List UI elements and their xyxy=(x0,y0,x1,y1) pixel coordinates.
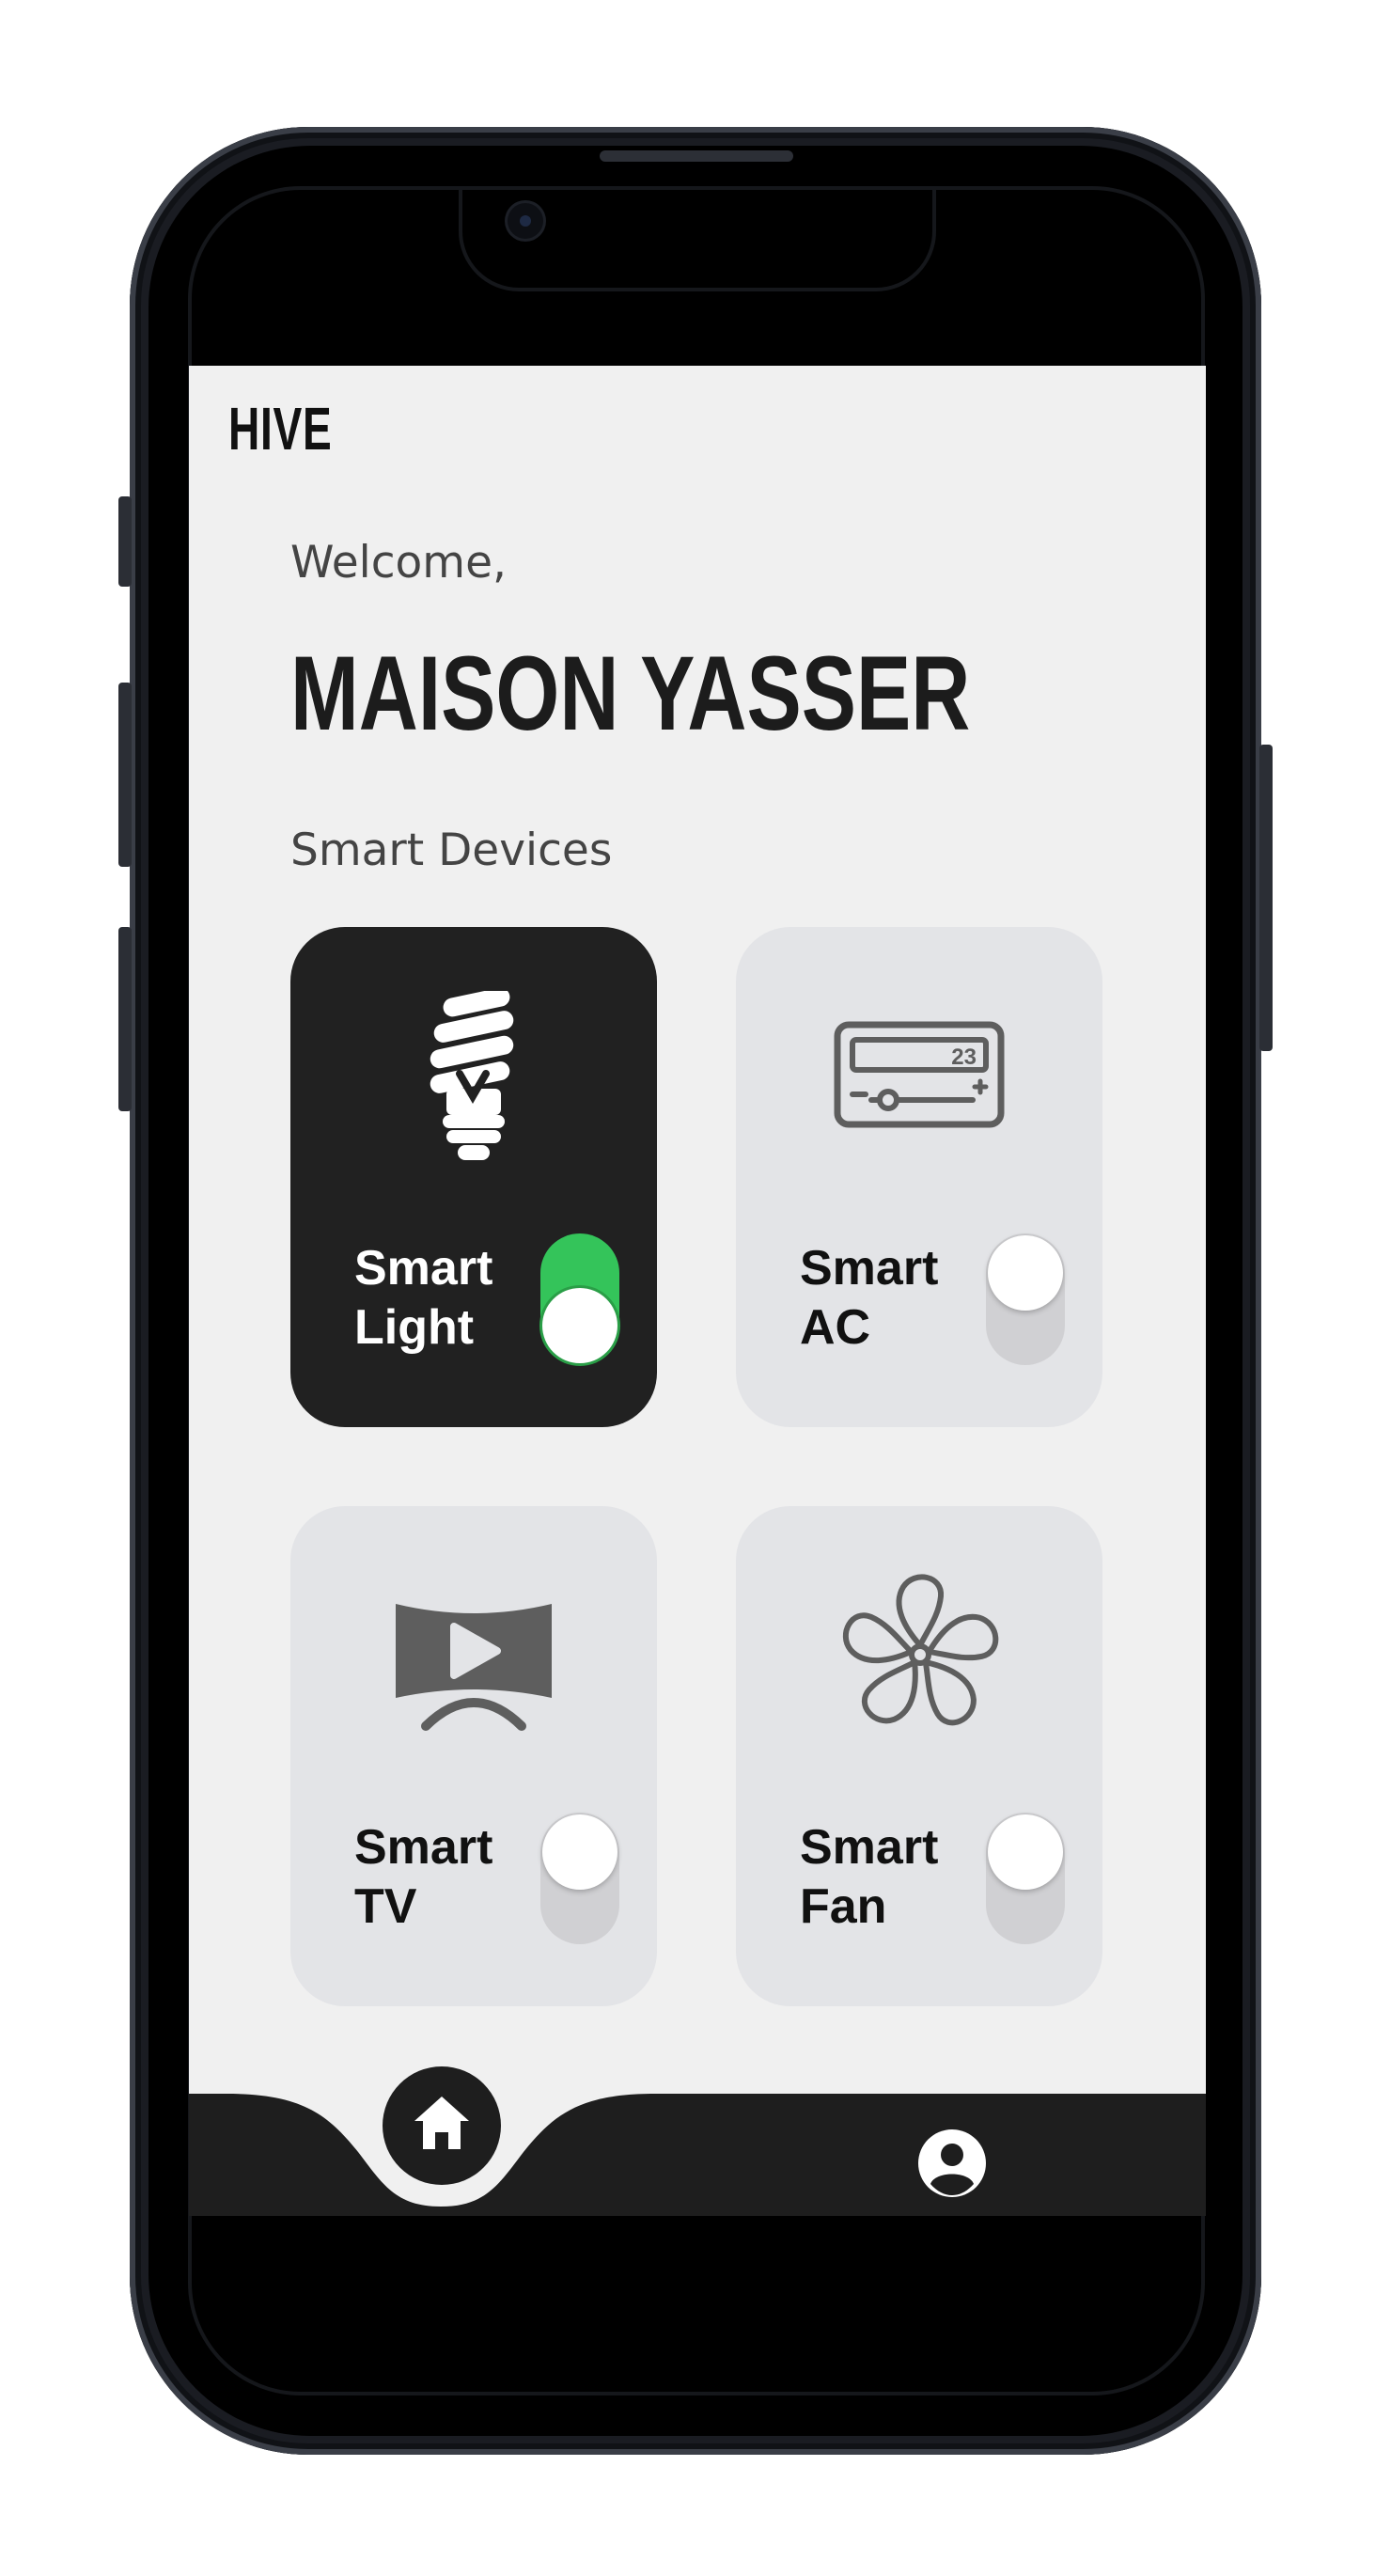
power-button xyxy=(1259,745,1273,1051)
section-title: Smart Devices xyxy=(290,825,613,876)
device-toggle[interactable] xyxy=(540,1233,619,1365)
device-label: Smart AC xyxy=(800,1241,939,1355)
notch xyxy=(459,186,936,291)
device-label: Smart Fan xyxy=(800,1820,939,1934)
toggle-knob xyxy=(988,1814,1063,1890)
user-name: MAISON YASSER xyxy=(290,635,971,752)
device-label: Smart TV xyxy=(354,1820,493,1934)
speaker-grille xyxy=(600,150,793,162)
front-camera xyxy=(508,203,543,239)
toggle-knob xyxy=(542,1814,617,1890)
air-conditioner-icon: 23 xyxy=(834,1021,1005,1128)
volume-down-button xyxy=(118,927,132,1111)
bottom-nav-bar xyxy=(189,2094,1206,2216)
ac-temperature: 23 xyxy=(951,1045,977,1070)
app-screen: HIVE Welcome, MAISON YASSER Smart Device… xyxy=(189,366,1206,2216)
device-label: Smart Light xyxy=(354,1241,493,1355)
fan-icon xyxy=(837,1574,1003,1737)
profile-icon xyxy=(918,2129,986,2197)
volume-up-button xyxy=(118,683,132,867)
device-card-smart-tv[interactable]: Smart TV xyxy=(290,1506,657,2006)
device-toggle[interactable] xyxy=(986,1813,1065,1944)
toggle-knob xyxy=(988,1235,1063,1311)
silent-switch xyxy=(118,496,132,587)
device-card-smart-ac[interactable]: 23 Smart AC xyxy=(736,927,1102,1427)
app-logo: HIVE xyxy=(228,395,333,463)
device-card-smart-fan[interactable]: Smart Fan xyxy=(736,1506,1102,2006)
device-toggle[interactable] xyxy=(986,1233,1065,1365)
light-bulb-icon xyxy=(430,991,514,1160)
tv-play-icon xyxy=(396,1604,552,1731)
toggle-knob xyxy=(542,1288,617,1363)
home-icon xyxy=(414,2097,469,2149)
welcome-text: Welcome, xyxy=(290,537,507,589)
nav-profile-button[interactable] xyxy=(918,2129,986,2197)
device-toggle[interactable] xyxy=(540,1813,619,1944)
device-card-smart-light[interactable]: Smart Light xyxy=(290,927,657,1427)
nav-home-button[interactable] xyxy=(383,2066,501,2185)
